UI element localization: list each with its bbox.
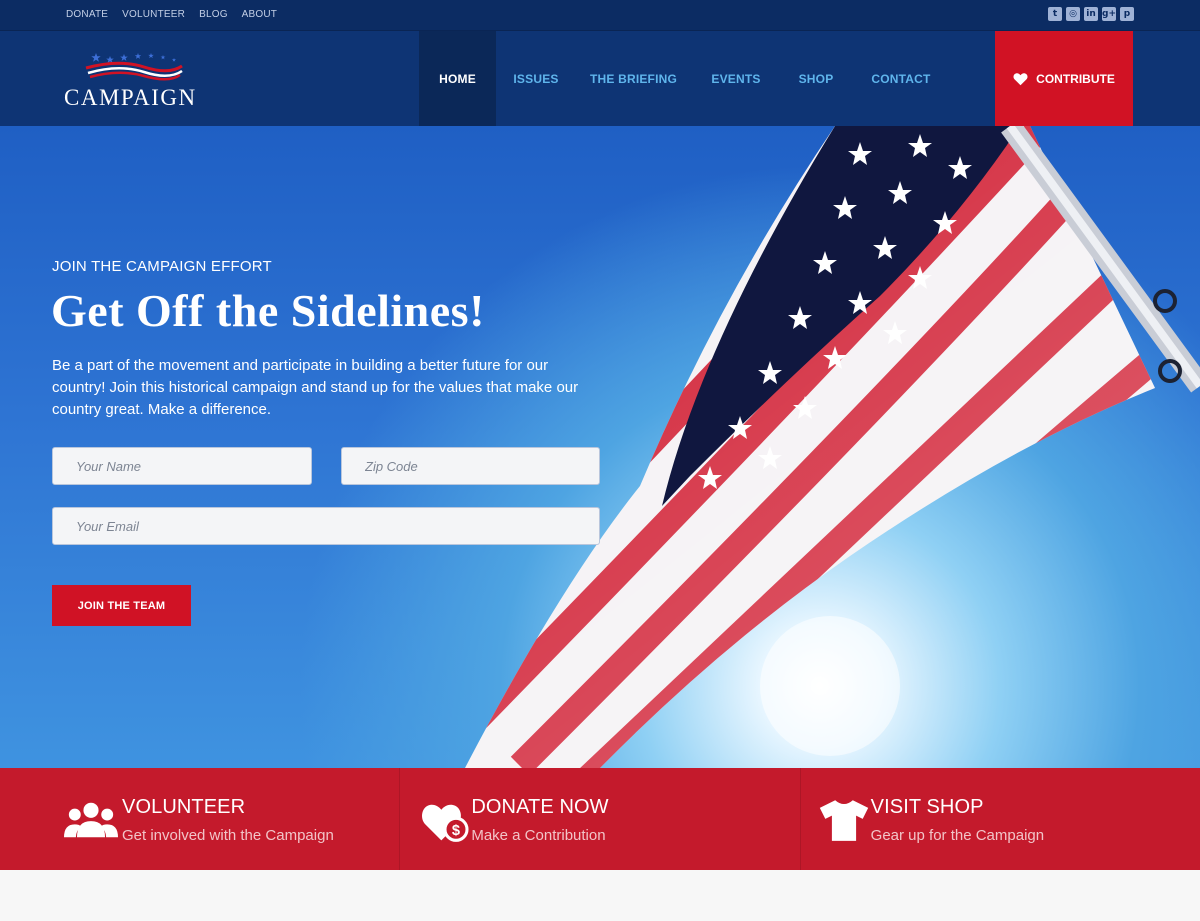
utility-link-about[interactable]: ABOUT (242, 9, 277, 20)
email-input[interactable] (52, 507, 600, 545)
hero-section: JOIN THE CAMPAIGN EFFORT Get Off the Sid… (0, 126, 1200, 768)
heart-dollar-icon: $ (422, 804, 469, 842)
twitter-icon[interactable]: t (1048, 7, 1062, 21)
feature-band: VOLUNTEER Get involved with the Campaign… (0, 768, 1200, 870)
linkedin-icon[interactable]: in (1084, 7, 1098, 21)
t-shirt-icon (819, 800, 868, 841)
feature-volunteer-subtitle: Get involved with the Campaign (122, 827, 334, 844)
zip-code-input[interactable] (341, 447, 600, 485)
nav-shop[interactable]: SHOP (781, 31, 851, 126)
utility-link-donate[interactable]: DONATE (66, 9, 108, 20)
heart-icon (1013, 72, 1028, 85)
name-input[interactable] (52, 447, 312, 485)
logo-stars-stripes-icon (85, 53, 183, 81)
pinterest-icon[interactable]: p (1120, 7, 1134, 21)
hero-description: Be a part of the movement and participat… (52, 357, 579, 418)
join-the-team-button[interactable]: JOIN THE TEAM (52, 585, 191, 626)
utility-link-volunteer[interactable]: VOLUNTEER (122, 9, 185, 20)
nav-issues[interactable]: ISSUES (496, 31, 576, 126)
feature-volunteer[interactable]: VOLUNTEER Get involved with the Campaign (0, 768, 399, 870)
utility-links: DONATE VOLUNTEER BLOG ABOUT (66, 9, 277, 20)
contribute-label: CONTRIBUTE (1036, 71, 1115, 86)
feature-shop-title: VISIT SHOP (870, 796, 984, 818)
feature-shop-subtitle: Gear up for the Campaign (870, 827, 1045, 844)
utility-bar: DONATE VOLUNTEER BLOG ABOUT t ◎ in g+ p (0, 0, 1200, 31)
nav-events[interactable]: EVENTS (691, 31, 781, 126)
feature-shop[interactable]: VISIT SHOP Gear up for the Campaign (799, 768, 1200, 870)
contribute-button[interactable]: CONTRIBUTE (995, 31, 1133, 126)
site-header: CAMPAIGN HOME ISSUES THE BRIEFING EVENTS… (0, 31, 1200, 126)
hero-headline: Get Off the Sidelines! (51, 285, 485, 336)
logo-text: CAMPAIGN (64, 85, 197, 110)
main-nav: HOME ISSUES THE BRIEFING EVENTS SHOP CON… (419, 31, 951, 126)
group-icon (64, 802, 118, 838)
utility-link-blog[interactable]: BLOG (199, 9, 228, 20)
page-body-start (0, 870, 1200, 921)
hero-eyebrow: JOIN THE CAMPAIGN EFFORT (52, 258, 272, 275)
feature-donate-subtitle: Make a Contribution (471, 827, 606, 844)
feature-donate-title: DONATE NOW (471, 796, 609, 818)
social-links: t ◎ in g+ p (1048, 7, 1134, 21)
feature-donate[interactable]: $ DONATE NOW Make a Contribution (399, 768, 799, 870)
feature-volunteer-title: VOLUNTEER (122, 796, 246, 818)
svg-text:$: $ (452, 823, 460, 839)
nav-contact[interactable]: CONTACT (851, 31, 951, 126)
nav-home[interactable]: HOME (419, 31, 496, 126)
instagram-icon[interactable]: ◎ (1066, 7, 1080, 21)
logo[interactable]: CAMPAIGN (64, 49, 204, 111)
google-plus-icon[interactable]: g+ (1102, 7, 1116, 21)
nav-the-briefing[interactable]: THE BRIEFING (576, 31, 691, 126)
